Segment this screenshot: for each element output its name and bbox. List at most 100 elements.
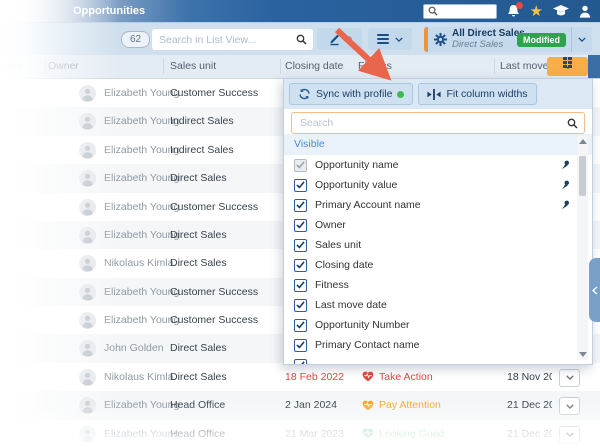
pin-icon[interactable] <box>561 200 570 210</box>
avatar-icon <box>79 85 96 102</box>
fitness-label: Pay Attention <box>379 399 441 412</box>
columns-grid-icon <box>563 57 572 68</box>
column-list-item[interactable]: Opportunity value <box>284 175 592 195</box>
avatar-icon <box>79 312 96 329</box>
global-search-input[interactable] <box>422 3 497 19</box>
top-bar: Opportunities ★ <box>0 0 600 23</box>
table-row[interactable]: Nikolaus Kimla Direct Sales 18 Feb 2022 Tak… <box>0 362 600 392</box>
profile-selector[interactable]: All Direct Sales Direct Sales Modified <box>424 27 592 52</box>
closing-date-cell: 2 Jan 2024 <box>285 399 337 412</box>
column-list-item[interactable]: Fitness <box>284 275 592 295</box>
column-closing-date[interactable]: Closing date <box>285 55 343 78</box>
column-list-item[interactable]: Primary Contact name <box>284 335 592 355</box>
column-checkbox[interactable] <box>294 238 307 252</box>
avatar-icon <box>79 170 96 188</box>
column-fitness[interactable]: Fitness <box>358 55 392 78</box>
row-expand-button[interactable] <box>559 368 580 387</box>
column-checklist: Opportunity name Opportunity value Primary… <box>284 155 592 364</box>
sales-unit-cell: Customer Success <box>170 314 259 326</box>
column-search <box>291 112 585 134</box>
dropdown-scrollbar[interactable] <box>577 136 588 360</box>
fit-column-widths-button[interactable]: Fit column widths <box>418 83 537 105</box>
avatar-icon <box>79 255 96 273</box>
column-divider <box>280 59 281 74</box>
column-owner[interactable]: Owner <box>48 55 79 78</box>
favorites-star-icon[interactable]: ★ <box>530 4 543 19</box>
column-checkbox[interactable] <box>294 338 307 352</box>
column-list-item[interactable]: Owner <box>284 215 592 235</box>
chevron-down-icon <box>578 37 586 42</box>
profile-labels: All Direct Sales Direct Sales <box>452 28 525 50</box>
column-list-item[interactable]: Last move date <box>284 295 592 315</box>
sales-unit-cell: Head Office <box>170 399 226 412</box>
column-settings-dropdown: Sync with profile Fit column widths Visi… <box>283 78 593 365</box>
column-name-fragment: ame <box>2 60 23 72</box>
fitness-label: Looking Good <box>379 427 445 440</box>
chevron-left-icon <box>591 285 597 295</box>
column-checkbox[interactable] <box>294 318 307 332</box>
app-root: Opportunities ★ 62 Search in List View..… <box>0 0 600 448</box>
pin-icon[interactable] <box>561 160 570 170</box>
column-item-label: Primary Contact name <box>315 339 420 351</box>
owner-cell: Elizabeth Young <box>104 314 180 326</box>
table-row[interactable]: Elizabeth Young Head Office 2 Jan 2024 Pay … <box>0 391 600 420</box>
sync-with-profile-button[interactable]: Sync with profile <box>289 83 414 105</box>
column-checkbox[interactable] <box>294 358 307 364</box>
sales-unit-cell: Head Office <box>170 427 226 440</box>
scroll-up-arrow[interactable] <box>578 139 587 144</box>
academy-cap-icon[interactable] <box>553 5 569 17</box>
search-icon <box>567 118 578 129</box>
row-expand-button[interactable] <box>559 425 580 444</box>
list-search-input[interactable] <box>152 33 296 46</box>
column-last-move[interactable]: Last move date <box>500 55 547 78</box>
profile-accent-bar <box>424 27 428 52</box>
row-expand-button[interactable] <box>559 397 580 416</box>
avatar-icon <box>79 283 96 301</box>
expand-side-panel-tab[interactable] <box>589 258 600 322</box>
column-divider <box>494 59 495 74</box>
user-profile-icon[interactable] <box>579 5 591 18</box>
avatar-icon <box>79 368 96 386</box>
notification-badge <box>515 2 523 9</box>
column-checkbox[interactable] <box>294 158 307 172</box>
visible-section-header: Visible <box>284 134 592 155</box>
list-search <box>152 29 313 50</box>
table-row[interactable]: Elizabeth Young Head Office 21 Mar 2023 Loo… <box>0 419 600 448</box>
avatar-icon <box>79 425 96 443</box>
column-search-input[interactable] <box>298 116 567 130</box>
hamburger-icon <box>377 34 389 44</box>
scrollbar-thumb[interactable] <box>579 156 586 196</box>
fitness-label: Take Action <box>379 370 433 383</box>
list-menu-button[interactable] <box>368 28 412 50</box>
column-checkbox[interactable] <box>294 298 307 312</box>
notifications-button[interactable] <box>507 2 523 18</box>
column-list-item[interactable]: Sales unit <box>284 235 592 255</box>
fitness-cell: Pay Attention <box>362 391 441 419</box>
column-checkbox[interactable] <box>294 178 307 192</box>
column-item-label: Last move date <box>315 299 387 311</box>
column-checkbox[interactable] <box>294 258 307 272</box>
column-list-item[interactable]: Primary Account name <box>284 195 592 215</box>
pin-icon[interactable] <box>561 180 570 190</box>
column-list-item[interactable]: Opportunity name <box>284 155 592 175</box>
column-item-label: Opportunity name <box>315 159 399 171</box>
modified-badge: Modified <box>517 32 566 47</box>
scroll-down-arrow[interactable] <box>578 352 587 357</box>
owner-cell: Elizabeth Young <box>104 399 180 412</box>
owner-cell: Elizabeth Young <box>104 87 180 99</box>
column-list-item[interactable] <box>284 355 592 364</box>
column-checkbox[interactable] <box>294 198 307 212</box>
column-list-item[interactable]: Closing date <box>284 255 592 275</box>
column-sales-unit[interactable]: Sales unit <box>170 55 216 78</box>
avatar-icon <box>79 340 96 358</box>
column-settings-button[interactable] <box>547 57 588 76</box>
edit-filter-button[interactable] <box>317 28 362 50</box>
column-list-item[interactable]: Opportunity Number <box>284 315 592 335</box>
profile-dropdown-button[interactable] <box>571 27 592 52</box>
column-checkbox[interactable] <box>294 278 307 292</box>
owner-cell: John Golden <box>104 342 164 355</box>
sales-unit-cell: Direct Sales <box>170 228 227 241</box>
column-checkbox[interactable] <box>294 218 307 232</box>
sync-label: Sync with profile <box>316 88 393 100</box>
page-title: Opportunities <box>73 5 146 17</box>
